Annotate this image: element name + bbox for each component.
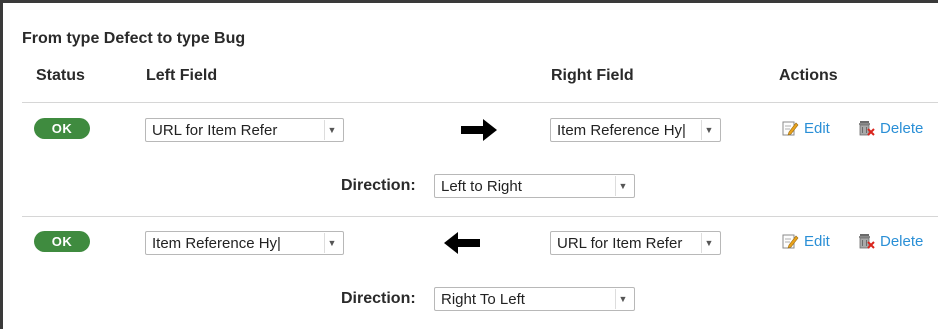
direction-select[interactable]: Right To Left ▼ (434, 287, 635, 311)
edit-button[interactable]: Edit (781, 119, 830, 137)
left-arrow-icon (444, 232, 480, 254)
edit-icon (782, 234, 799, 249)
trash-icon (859, 121, 875, 136)
panel-title: From type Defect to type Bug (22, 30, 246, 47)
chevron-down-icon: ▼ (615, 289, 630, 309)
header-actions: Actions (779, 67, 838, 84)
chevron-down-icon: ▼ (615, 176, 630, 196)
header-left-field: Left Field (146, 67, 218, 84)
header-right-field: Right Field (551, 67, 634, 84)
left-field-select[interactable]: Item Reference Hy| ▼ (145, 231, 344, 255)
edit-label: Edit (804, 119, 830, 137)
direction-value: Right To Left (441, 290, 525, 308)
left-field-value: Item Reference Hy| (152, 234, 281, 252)
status-badge: OK (34, 118, 90, 139)
left-field-value: URL for Item Refer (152, 121, 278, 139)
direction-value: Left to Right (441, 177, 522, 195)
row-divider (22, 216, 938, 217)
delete-label: Delete (880, 232, 924, 250)
direction-label: Direction: (341, 290, 416, 307)
status-badge: OK (34, 231, 90, 252)
right-arrow-icon (461, 119, 497, 141)
chevron-down-icon: ▼ (701, 120, 716, 140)
delete-label: Delete (880, 119, 924, 137)
panel-frame (0, 0, 938, 329)
delete-button[interactable]: Delete (857, 119, 923, 137)
edit-button[interactable]: Edit (781, 232, 830, 250)
trash-icon (859, 234, 875, 249)
header-status: Status (36, 67, 85, 84)
right-field-select[interactable]: Item Reference Hy| ▼ (550, 118, 721, 142)
header-divider (22, 102, 938, 103)
right-field-value: Item Reference Hy| (557, 121, 686, 139)
left-field-select[interactable]: URL for Item Refer ▼ (145, 118, 344, 142)
delete-button[interactable]: Delete (857, 232, 923, 250)
chevron-down-icon: ▼ (701, 233, 716, 253)
right-field-select[interactable]: URL for Item Refer ▼ (550, 231, 721, 255)
chevron-down-icon: ▼ (324, 120, 339, 140)
right-field-value: URL for Item Refer (557, 234, 683, 252)
edit-icon (782, 121, 799, 136)
direction-select[interactable]: Left to Right ▼ (434, 174, 635, 198)
edit-label: Edit (804, 232, 830, 250)
direction-label: Direction: (341, 177, 416, 194)
chevron-down-icon: ▼ (324, 233, 339, 253)
